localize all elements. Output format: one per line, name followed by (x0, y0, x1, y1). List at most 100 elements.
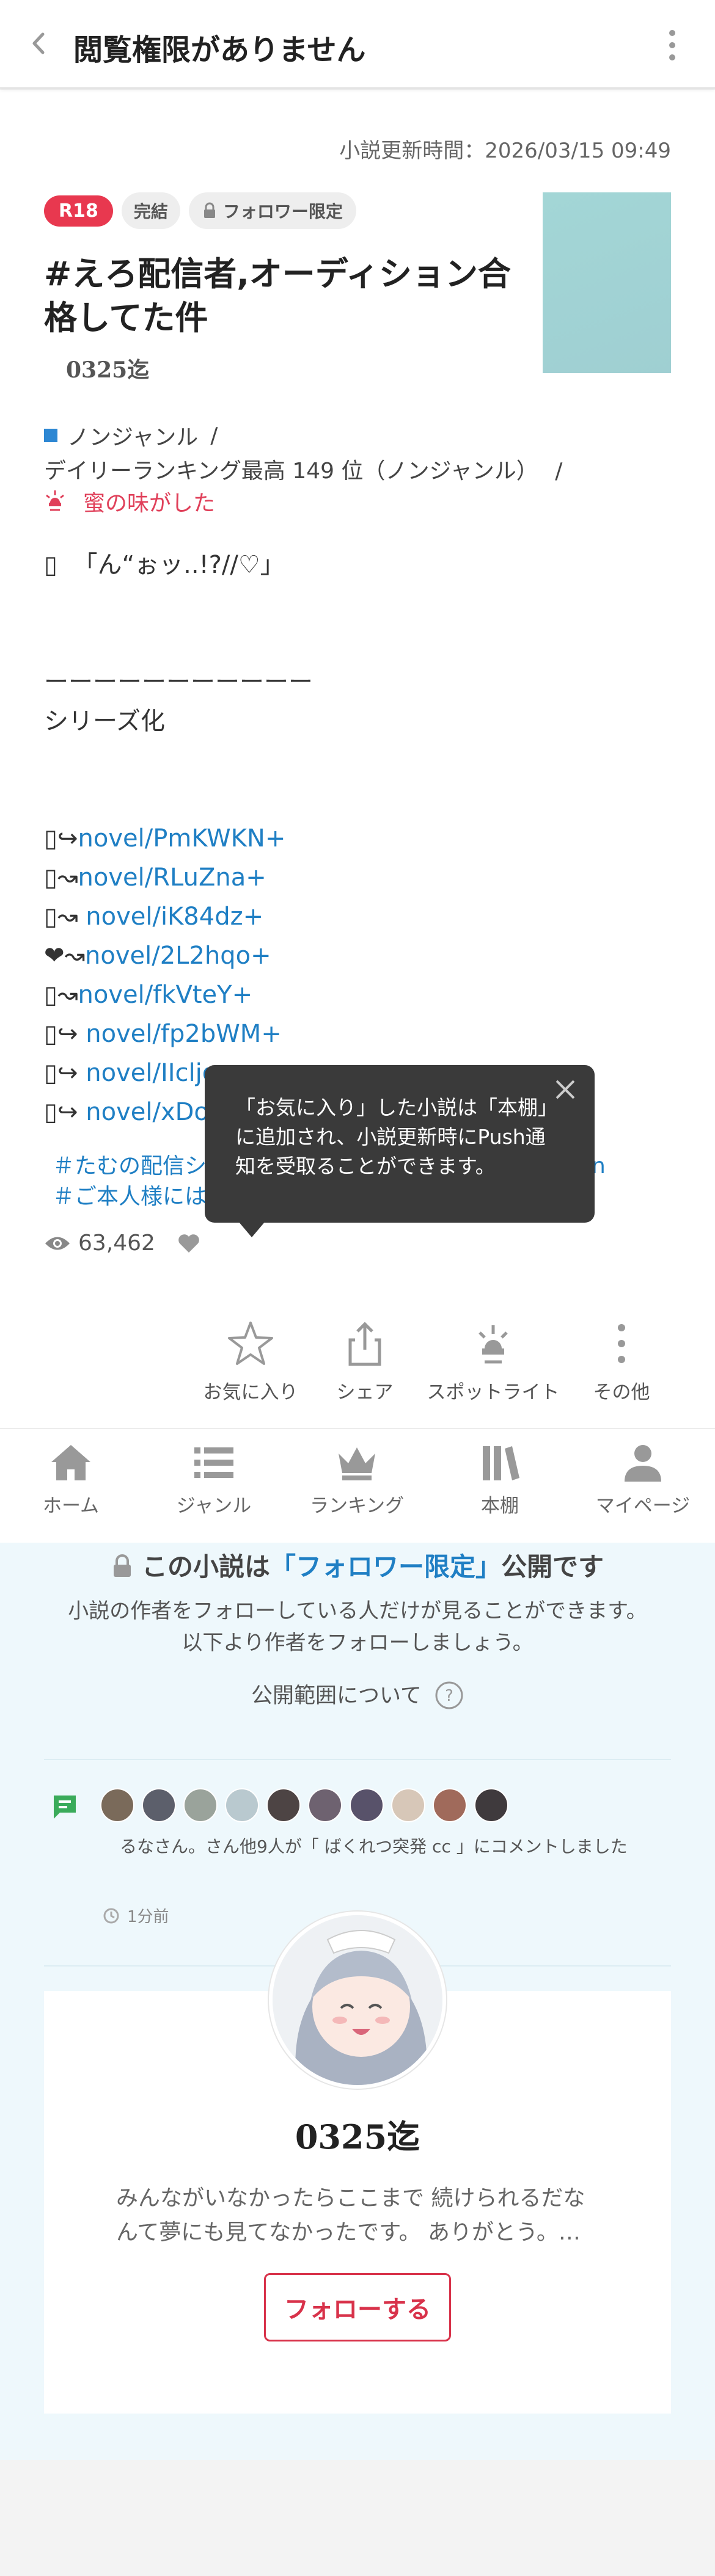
tab-label: 本棚 (481, 1495, 519, 1517)
link-prefix: ↪ (57, 1059, 86, 1087)
restricted-desc-line: 小説の作者をフォローしている人だけが見ることができます。 (68, 1599, 647, 1623)
avatar-illustration (273, 1915, 442, 2085)
more-button[interactable]: その他 (554, 1319, 689, 1404)
spotlight-button[interactable]: スポットライト (426, 1319, 560, 1404)
restricted-title: この小説は「フォロワー限定」公開です (0, 1546, 715, 1584)
tag-list: ＃たむの配信シ ＃ご本人様には (53, 1151, 207, 1212)
star-icon (228, 1322, 273, 1365)
follow-button[interactable]: フォローする (264, 2273, 451, 2341)
description-line (44, 584, 313, 624)
scope-link-label: 公開範囲について (251, 1684, 422, 1708)
series-link-row[interactable]: ▯↪ novel/fp2bWM+ (44, 1014, 313, 1053)
complete-badge: 完結 (121, 192, 180, 229)
series-link[interactable]: novel/fkVteY+ (78, 981, 253, 1009)
activity-time: 1分前 (103, 1904, 169, 1927)
commenter-avatar[interactable] (266, 1788, 301, 1822)
commenter-avatar[interactable] (142, 1788, 176, 1822)
crown-icon (339, 1447, 375, 1480)
tab-bookshelf[interactable]: 本棚 (439, 1443, 561, 1518)
favorite-tooltip: 「お気に入り」した小説は「本棚」 に追加され、小説更新時にPush通 知を受取る… (205, 1065, 595, 1223)
commenter-avatar[interactable] (433, 1788, 467, 1822)
bio-line: みんながいなかったらここまで 続けられるだな (116, 2186, 585, 2211)
activity-text: るなさん。さん他9人が「 ばくれつ突発 cc 」にコメントしました (120, 1836, 628, 1857)
spotlight-row[interactable]: 蜜の味がした (44, 486, 215, 517)
novel-actions: お気に入り シェア スポットライト その他 (0, 1221, 715, 1403)
tab-home[interactable]: ホーム (10, 1443, 132, 1518)
series-link-row[interactable]: ▯↪novel/PmKWKN+ (44, 819, 313, 858)
share-button[interactable]: シェア (298, 1319, 432, 1404)
commenter-avatar[interactable] (474, 1788, 508, 1822)
novel-title-line: #えろ配信者,オーディション合 (44, 255, 511, 293)
commenter-avatar[interactable] (183, 1788, 218, 1822)
tab-genre[interactable]: ジャンル (153, 1443, 275, 1518)
author-card-name[interactable]: 0325迄 (0, 2110, 715, 2158)
more-label: その他 (593, 1381, 650, 1403)
tab-ranking[interactable]: ランキング (296, 1443, 418, 1518)
restricted-title-post: 公開です (501, 1552, 604, 1582)
genre-row: ノンジャンル / (44, 420, 218, 451)
description-line: ーーーーーーーーーーー (44, 668, 313, 696)
series-link-row[interactable]: ▯↝novel/fkVteY+ (44, 975, 313, 1014)
series-link-row[interactable]: ▯↝ novel/iK84dz+ (44, 897, 313, 936)
genre-link[interactable]: ノンジャンル (67, 420, 198, 451)
more-vertical-icon[interactable] (660, 27, 684, 64)
bookshelf-icon (483, 1446, 519, 1480)
tag-link[interactable]: ＃ご本人様には (53, 1182, 207, 1212)
tooltip-pointer (238, 1221, 265, 1237)
separator: / (555, 459, 563, 484)
novel-description: ▯ 「ん“ぉッ..!?//♡」 ーーーーーーーーーーー シリーズ化 ▯↪nove… (44, 545, 313, 1132)
commenter-avatar[interactable] (100, 1788, 134, 1822)
novel-badges: R18 完結 フォロワー限定 (44, 192, 356, 229)
commenter-avatar[interactable] (308, 1788, 342, 1822)
series-link-row[interactable]: ▯↝novel/RLuZna+ (44, 858, 313, 897)
author-avatar[interactable] (269, 1912, 446, 2089)
series-link-row[interactable]: ❤↝novel/2L2hqo+ (44, 936, 313, 975)
restricted-title-pre: この小説は (141, 1552, 270, 1582)
commenter-avatar[interactable] (350, 1788, 384, 1822)
tab-label: ホーム (42, 1495, 100, 1517)
series-link[interactable]: novel/2L2hqo+ (85, 942, 271, 970)
r18-badge: R18 (44, 195, 113, 227)
spotlight-icon (46, 490, 64, 511)
novel-title: #えろ配信者,オーディション合 格してた件 (44, 252, 521, 340)
favorite-label: お気に入り (203, 1381, 298, 1403)
lock-icon (113, 1554, 131, 1577)
back-arrow-icon[interactable] (26, 29, 54, 57)
commenter-avatar[interactable] (225, 1788, 259, 1822)
series-link[interactable]: novel/RLuZna+ (78, 864, 266, 892)
genre-color-icon (44, 429, 57, 442)
link-prefix: ↪ (57, 1020, 86, 1048)
restricted-title-highlight: 「フォロワー限定」 (270, 1552, 501, 1582)
tooltip-line: 知を受取ることができます。 (235, 1154, 496, 1178)
clock-icon (103, 1908, 119, 1923)
novel-title-line: 格してた件 (44, 299, 208, 337)
restricted-description: 小説の作者をフォローしている人だけが見ることができます。 以下より作者をフォロー… (37, 1595, 678, 1659)
tooltip-line: に追加され、小説更新時にPush通 (235, 1125, 546, 1149)
ranking-text: デイリーランキング最高 149 位（ノンジャンル） (44, 459, 538, 484)
home-icon (51, 1445, 90, 1480)
series-link[interactable]: novel/iK84dz+ (86, 903, 263, 931)
spotlight-icon (479, 1325, 508, 1364)
novel-cover-image[interactable] (543, 192, 671, 373)
separator: / (210, 423, 218, 448)
tab-mypage[interactable]: マイページ (582, 1443, 704, 1518)
commenter-avatars (100, 1788, 508, 1822)
commenter-avatar[interactable] (391, 1788, 425, 1822)
description-line (44, 780, 313, 819)
series-link[interactable]: novel/PmKWKN+ (78, 824, 286, 853)
share-label: シェア (336, 1381, 394, 1403)
visibility-scope-link[interactable]: 公開範囲について ? (0, 1678, 715, 1710)
link-prefix: ❤↝ (44, 942, 86, 970)
link-prefix: ↝ (57, 981, 78, 1009)
tooltip-line: 「お気に入り」した小説は「本棚」 (235, 1096, 558, 1119)
author-name[interactable]: 0325迄 (66, 352, 149, 384)
close-icon[interactable] (552, 1076, 579, 1103)
help-icon: ? (435, 1681, 463, 1709)
description-line: ▯ 「ん“ぉッ..!?//♡」 (44, 545, 313, 584)
app-header: 閲覧権限がありません (0, 0, 715, 89)
series-link[interactable]: novel/fp2bWM+ (86, 1020, 282, 1048)
link-prefix: ↪ (57, 1098, 86, 1126)
tab-label: ランキング (309, 1495, 405, 1517)
tab-label: マイページ (595, 1495, 691, 1517)
tag-link[interactable]: ＃たむの配信シ (53, 1151, 207, 1182)
